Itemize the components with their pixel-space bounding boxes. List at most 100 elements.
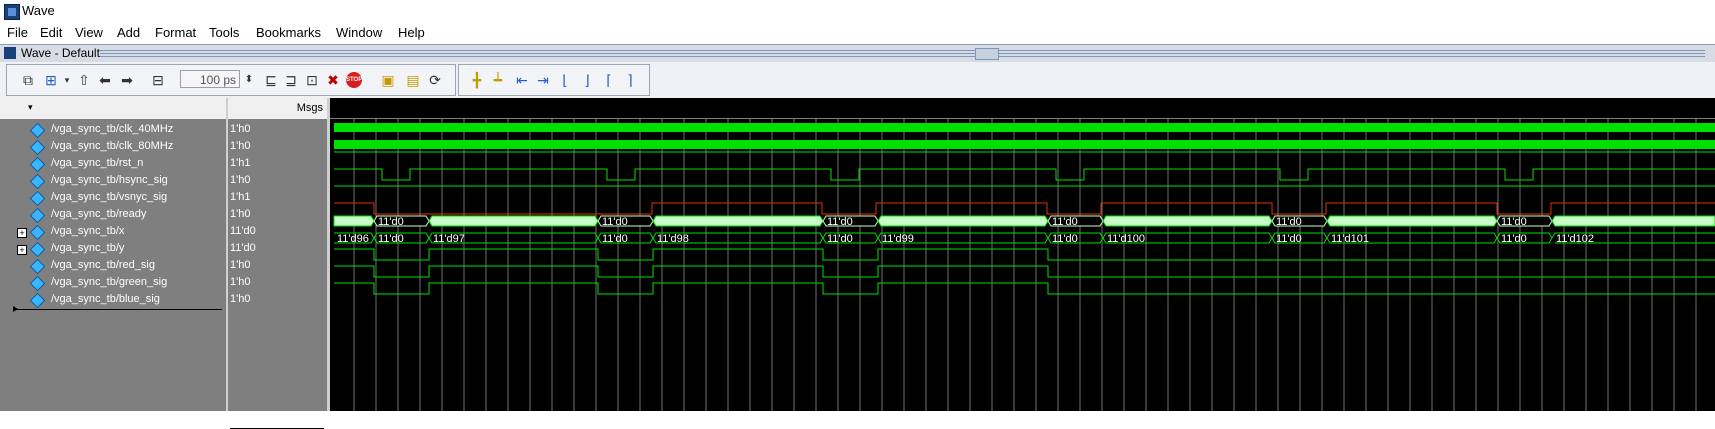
y-bus-label: 11'd0 (1501, 233, 1527, 245)
menu-bookmarks[interactable]: Bookmarks (256, 25, 321, 40)
signal-row[interactable]: /vga_sync_tb/clk_80MHz (0, 139, 226, 156)
value-row: 1'h0 (228, 207, 327, 224)
value-row: 1'h0 (228, 275, 327, 292)
signal-row[interactable]: /vga_sync_tb/hsync_sig (0, 173, 226, 190)
spin-arrows-icon[interactable]: ⬍ (241, 72, 257, 88)
wave-clk-40mhz[interactable] (334, 123, 1715, 132)
y-bus-label: 11'd102 (1556, 233, 1594, 245)
x-bus-label: 11'd0 (1501, 216, 1527, 228)
new-window-icon[interactable]: ⧉ (20, 72, 36, 88)
signal-row[interactable]: + /vga_sync_tb/x (0, 224, 226, 241)
signal-value: 1'h0 (230, 259, 251, 271)
signal-name: /vga_sync_tb/green_sig (51, 276, 168, 288)
pane-grip-handle[interactable] (975, 48, 999, 60)
menu-format[interactable]: Format (155, 25, 196, 40)
window-title: Wave (22, 3, 55, 18)
signal-name: /vga_sync_tb/vsnyc_sig (51, 191, 168, 203)
zoom-value: 100 ps (199, 73, 236, 87)
chevron-down-icon[interactable]: ▾ (28, 102, 33, 113)
signal-icon (29, 241, 46, 258)
signal-icon (29, 156, 46, 173)
signal-value: 11'd0 (230, 242, 256, 254)
find-edge-2-icon[interactable]: ⌋ (579, 72, 595, 88)
find-edge-3-icon[interactable]: ⌈ (601, 72, 617, 88)
up-arrow-icon[interactable]: ⇧ (76, 72, 92, 88)
x-bus-label: 11'd0 (1276, 216, 1302, 228)
signal-row[interactable]: /vga_sync_tb/ready (0, 207, 226, 224)
wave-clk-80mhz[interactable] (334, 140, 1715, 149)
y-bus-label: 11'd0 (378, 233, 404, 245)
zoom-field[interactable]: 100 ps (180, 70, 240, 88)
signal-row[interactable]: /vga_sync_tb/vsnyc_sig (0, 190, 226, 207)
value-row: 1'h1 (228, 190, 327, 207)
value-row: 1'h0 (228, 122, 327, 139)
signal-row[interactable]: /vga_sync_tb/blue_sig (0, 292, 226, 309)
step-over-icon[interactable]: ⊑ (263, 72, 279, 88)
find-icon[interactable]: ⊞ (43, 72, 59, 88)
signal-name: /vga_sync_tb/clk_40MHz (51, 123, 174, 135)
menu-add[interactable]: Add (117, 25, 140, 40)
y-bus-label: 11'd98 (657, 233, 689, 245)
signal-row[interactable]: + /vga_sync_tb/y (0, 241, 226, 258)
expand-plus-icon[interactable]: + (17, 245, 27, 255)
menu-help[interactable]: Help (398, 25, 425, 40)
menu-tools[interactable]: Tools (209, 25, 239, 40)
signal-value: 1'h0 (230, 123, 251, 135)
find-edge-4-icon[interactable]: ⌉ (622, 72, 638, 88)
menu-window[interactable]: Window (336, 25, 382, 40)
waveform-canvas[interactable]: 11'd0 11'd0 11'd0 11'd0 11'd0 11'd0 11'd… (330, 98, 1715, 411)
menu-bar: File Edit View Add Format Tools Bookmark… (0, 22, 1715, 44)
break-icon[interactable]: ✖ (325, 72, 341, 88)
continue-icon[interactable]: ⟳ (427, 72, 443, 88)
signal-name: /vga_sync_tb/y (51, 242, 125, 254)
signal-value: 1'h0 (230, 174, 251, 186)
menu-file[interactable]: File (7, 25, 28, 40)
delete-cursor-icon[interactable]: ┷ (490, 72, 506, 88)
run-icon[interactable]: ▣ (380, 72, 396, 88)
step-icon[interactable]: ⊟ (150, 72, 166, 88)
x-bus-label: 11'd0 (378, 216, 404, 228)
restart-icon[interactable]: ⊡ (304, 72, 320, 88)
next-edge-icon[interactable]: ⇥ (535, 72, 551, 88)
y-bus-label: 11'd99 (882, 233, 914, 245)
signal-value: 1'h1 (230, 191, 251, 203)
signal-name: /vga_sync_tb/ready (51, 208, 147, 220)
y-bus-label: 11'd100 (1107, 233, 1145, 245)
signal-value: 1'h0 (230, 140, 251, 152)
chevron-down-icon[interactable]: ▾ (59, 72, 75, 88)
y-bus-label: 11'd96 (337, 233, 369, 245)
signal-name: /vga_sync_tb/hsync_sig (51, 174, 168, 186)
y-bus-label: 11'd97 (433, 233, 465, 245)
signal-icon (29, 275, 46, 292)
signal-icon (29, 190, 46, 207)
value-row: 1'h0 (228, 139, 327, 156)
expand-plus-icon[interactable]: + (17, 228, 27, 238)
value-row: 1'h0 (228, 173, 327, 190)
left-arrow-icon[interactable]: ⬅ (97, 72, 113, 88)
signal-icon (29, 122, 46, 139)
signal-name: /vga_sync_tb/blue_sig (51, 293, 160, 305)
signal-value: 11'd0 (230, 225, 256, 237)
run-all-icon[interactable]: ▤ (405, 72, 421, 88)
signal-row[interactable]: /vga_sync_tb/clk_40MHz (0, 122, 226, 139)
y-bus-label: 11'd0 (1276, 233, 1302, 245)
signal-icon (29, 258, 46, 275)
find-edge-1-icon[interactable]: ⌊ (557, 72, 573, 88)
add-cursor-icon[interactable]: ╋ (469, 72, 485, 88)
menu-edit[interactable]: Edit (40, 25, 62, 40)
right-arrow-icon[interactable]: ➡ (119, 72, 135, 88)
value-row: 11'd0 (228, 224, 327, 241)
stop-icon[interactable]: STOP (346, 72, 362, 88)
step-into-icon[interactable]: ⊒ (283, 72, 299, 88)
signal-row[interactable]: /vga_sync_tb/green_sig (0, 275, 226, 292)
y-bus-label: 11'd0 (827, 233, 853, 245)
signal-row[interactable]: /vga_sync_tb/red_sig (0, 258, 226, 275)
y-bus-label: 11'd0 (1052, 233, 1078, 245)
menu-view[interactable]: View (75, 25, 103, 40)
pane-drag-stripes[interactable] (100, 50, 1705, 57)
prev-edge-icon[interactable]: ⇤ (514, 72, 530, 88)
cursor-line[interactable] (14, 309, 222, 310)
toolbar-group-main: ⧉ ⊞ ▾ ⇧ ⬅ ➡ ⊟ 100 ps ⬍ ⊑ ⊒ ⊡ ✖ STOP ▣ ▤ … (6, 64, 456, 96)
app-icon (4, 4, 20, 20)
signal-row[interactable]: /vga_sync_tb/rst_n (0, 156, 226, 173)
